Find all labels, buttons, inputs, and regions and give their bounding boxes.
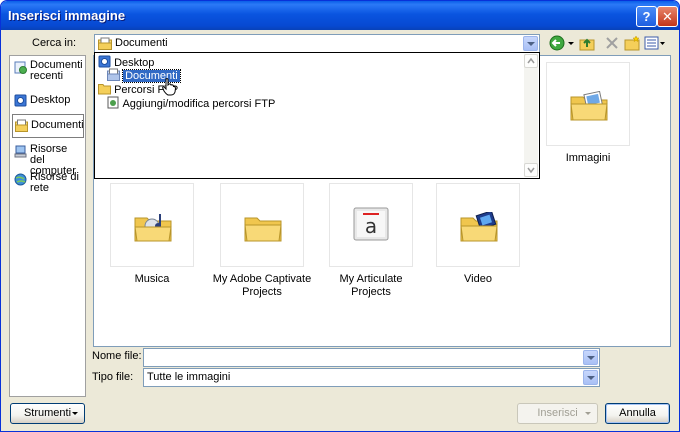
documents-folder-icon bbox=[107, 68, 120, 81]
pictures-folder-icon bbox=[570, 91, 608, 121]
window-title: Inserisci immagine bbox=[8, 8, 126, 23]
back-icon[interactable] bbox=[549, 35, 565, 51]
delete-icon[interactable] bbox=[604, 35, 620, 51]
folder-tile-video[interactable]: Video bbox=[430, 183, 526, 286]
place-label: Documenti bbox=[31, 119, 84, 131]
thumbnail bbox=[436, 183, 520, 267]
ftp-edit-icon bbox=[107, 96, 119, 109]
tools-button-label: Strumenti bbox=[23, 407, 72, 419]
music-folder-icon bbox=[134, 214, 172, 242]
dropdown-item-desktop[interactable]: Desktop bbox=[98, 55, 154, 69]
look-in-dropdown-button[interactable] bbox=[523, 36, 538, 51]
insert-button[interactable]: Inserisci bbox=[517, 403, 598, 424]
scroll-up-button[interactable] bbox=[524, 54, 538, 68]
articulate-folder-icon: a bbox=[353, 207, 389, 241]
folder-tile-articulate[interactable]: a My Articulate Projects bbox=[321, 183, 421, 299]
dropdown-item-label: Aggiungi/modifica percorsi FTP bbox=[122, 98, 276, 110]
computer-icon bbox=[14, 145, 27, 158]
filetype-value: Tutte le immagini bbox=[147, 371, 231, 383]
file-label: Video bbox=[464, 273, 492, 285]
filename-dropdown-button[interactable] bbox=[583, 350, 598, 365]
place-label: Risorse di rete bbox=[30, 171, 79, 194]
hand-cursor-icon bbox=[162, 78, 176, 96]
insert-picture-dialog: Inserisci immagine ? ✕ Cerca in: Documen… bbox=[0, 0, 680, 432]
folder-tile-pictures[interactable]: Immagini bbox=[540, 62, 636, 165]
cancel-button-label: Annulla bbox=[619, 407, 656, 419]
cancel-button[interactable]: Annulla bbox=[605, 403, 670, 424]
place-label: Documenti recenti bbox=[30, 59, 83, 82]
documents-folder-icon bbox=[98, 37, 112, 50]
thumbnail bbox=[220, 183, 304, 267]
tools-button[interactable]: Strumenti bbox=[10, 403, 85, 424]
svg-text:a: a bbox=[365, 214, 377, 238]
file-label: My Adobe Captivate Projects bbox=[212, 273, 312, 298]
desktop-icon bbox=[98, 55, 111, 68]
look-in-value: Documenti bbox=[115, 37, 168, 49]
folder-tile-music[interactable]: Musica bbox=[104, 183, 200, 286]
new-folder-icon[interactable] bbox=[624, 35, 640, 51]
help-button[interactable]: ? bbox=[636, 6, 657, 27]
up-folder-icon[interactable] bbox=[579, 35, 595, 51]
file-label: Musica bbox=[134, 273, 170, 285]
thumbnail: a bbox=[329, 183, 413, 267]
documents-icon bbox=[15, 119, 28, 132]
place-desktop[interactable]: Desktop bbox=[12, 93, 84, 109]
dropdown-scrollbar[interactable] bbox=[524, 54, 538, 177]
views-icon[interactable] bbox=[644, 35, 666, 51]
look-in-combo[interactable]: Documenti bbox=[94, 34, 540, 53]
back-dropdown-icon[interactable] bbox=[567, 35, 575, 51]
folder-tile-adobe-captivate[interactable]: My Adobe Captivate Projects bbox=[212, 183, 312, 299]
dropdown-item-add-edit-ftp[interactable]: Aggiungi/modifica percorsi FTP bbox=[107, 96, 275, 110]
recent-documents-icon bbox=[14, 61, 27, 74]
place-documents[interactable]: Documenti bbox=[12, 114, 84, 138]
video-folder-icon bbox=[460, 212, 498, 242]
place-network[interactable]: Risorse di rete bbox=[12, 172, 84, 198]
close-button[interactable]: ✕ bbox=[657, 6, 678, 27]
filename-combo[interactable] bbox=[143, 348, 600, 367]
thumbnail bbox=[546, 62, 630, 146]
place-label: Desktop bbox=[30, 94, 71, 106]
filetype-combo[interactable]: Tutte le immagini bbox=[143, 368, 600, 387]
look-in-dropdown-list: Desktop Documenti Percorsi FTP Aggiungi/… bbox=[94, 52, 540, 179]
look-in-label: Cerca in: bbox=[32, 37, 77, 49]
filename-label: Nome file: bbox=[92, 350, 142, 362]
filetype-dropdown-button[interactable] bbox=[583, 370, 598, 385]
desktop-icon bbox=[14, 94, 27, 107]
chevron-down-icon bbox=[72, 412, 78, 415]
filetype-label: Tipo file: bbox=[92, 371, 134, 383]
insert-button-label: Inserisci bbox=[537, 407, 578, 419]
scroll-down-button[interactable] bbox=[524, 163, 538, 177]
folder-icon bbox=[98, 84, 111, 95]
title-bar: Inserisci immagine ? ✕ bbox=[1, 1, 679, 30]
thumbnail bbox=[110, 183, 194, 267]
chevron-up-icon bbox=[527, 57, 535, 64]
chevron-down-icon bbox=[527, 167, 535, 174]
places-bar: Documenti recenti Desktop Documenti Riso… bbox=[9, 55, 86, 397]
file-label: My Articulate Projects bbox=[339, 273, 403, 298]
network-icon bbox=[14, 173, 27, 186]
file-label: Immagini bbox=[565, 152, 611, 164]
chevron-down-icon bbox=[585, 412, 591, 415]
folder-icon bbox=[244, 217, 282, 242]
place-recent-documents[interactable]: Documenti recenti bbox=[12, 60, 84, 86]
place-my-computer[interactable]: Risorse del computer bbox=[12, 144, 84, 177]
